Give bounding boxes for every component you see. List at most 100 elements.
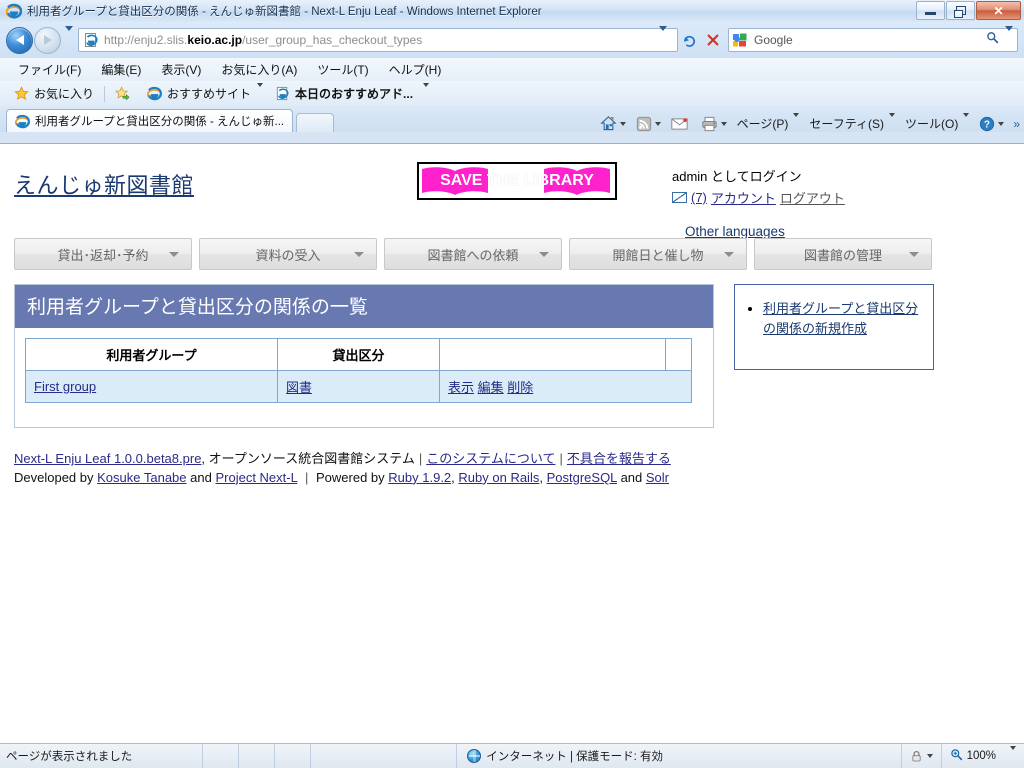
restore-button[interactable] [946, 1, 975, 20]
menu-view[interactable]: 表示(V) [151, 59, 211, 80]
security-zone[interactable]: インターネット | 保護モード: 有効 [456, 743, 663, 768]
report-bug-link[interactable]: 不具合を報告する [567, 451, 671, 466]
list-item: 利用者グループと貸出区分の関係の新規作成 [763, 299, 923, 339]
action-show-link[interactable]: 表示 [448, 380, 474, 395]
svg-text:?: ? [984, 119, 990, 130]
privacy-button[interactable] [900, 743, 941, 768]
address-url: http://enju2.slis.keio.ac.jp/user_group_… [104, 33, 423, 47]
tech-link-solr[interactable]: Solr [646, 470, 669, 485]
help-menu-button[interactable]: ? [974, 116, 1009, 132]
column-header-actions [439, 338, 666, 371]
developer-link-1[interactable]: Kosuke Tanabe [97, 470, 186, 485]
checkout-type-link[interactable]: 図書 [286, 380, 312, 395]
command-bar: ページ(P) セーフティ(S) ツール(O) ? » [595, 112, 1024, 132]
search-icon[interactable] [986, 31, 999, 49]
tab-current-page[interactable]: 利用者グループと貸出区分の関係 - えんじゅ新... [6, 109, 294, 132]
footer-line-1: Next-L Enju Leaf 1.0.0.beta8.pre, オープンソー… [14, 450, 1010, 469]
powered-by-label: Powered by [316, 469, 385, 485]
tab-label: 利用者グループと貸出区分の関係 - えんじゅ新... [35, 116, 285, 128]
stop-icon [707, 34, 718, 46]
add-to-favorites-bar-button[interactable] [109, 86, 141, 101]
menu-bar: ファイル(F) 編集(E) 表示(V) お気に入り(A) ツール(T) ヘルプ(… [0, 58, 1024, 81]
action-edit-link[interactable]: 編集 [478, 380, 504, 395]
menu-help[interactable]: ヘルプ(H) [379, 59, 452, 80]
page-menu-button[interactable]: ページ(P) [732, 112, 805, 132]
product-description: , オープンソース統合図書館システム [201, 451, 415, 466]
lock-icon [912, 750, 921, 761]
site-title-link[interactable]: えんじゅ新図書館 [14, 168, 194, 200]
chevron-down-icon[interactable] [251, 82, 264, 101]
status-cell [274, 743, 310, 768]
internet-explorer-icon [6, 3, 22, 19]
tech-link-ruby[interactable]: Ruby 1.9.2 [388, 470, 451, 485]
favorites-button[interactable]: お気に入り [8, 85, 100, 102]
nav-button-circulation[interactable]: 貸出･返却･予約 [14, 238, 192, 270]
star-icon [14, 86, 29, 100]
new-tab-button[interactable] [296, 113, 335, 132]
search-dropdown-icon[interactable] [1005, 26, 1013, 49]
developer-link-2[interactable]: Project Next-L [215, 470, 297, 485]
status-cells [202, 743, 346, 768]
status-message: ページが表示されました [6, 751, 133, 763]
zoom-icon [950, 748, 963, 764]
product-link[interactable]: Next-L Enju Leaf 1.0.0.beta8.pre [14, 451, 201, 466]
home-button[interactable] [595, 115, 631, 132]
column-header-user-group: 利用者グループ [25, 338, 278, 371]
nav-button-administration[interactable]: 図書館の管理 [754, 238, 932, 270]
address-bar[interactable]: http://enju2.slis.keio.ac.jp/user_group_… [78, 26, 678, 52]
status-bar: ページが表示されました インターネット | 保護モード: 有効 100% [0, 743, 1024, 768]
and-label: and [190, 469, 212, 485]
minimize-button[interactable] [916, 1, 945, 20]
save-the-library-logo: SAVE THE LIBRARY [417, 162, 617, 200]
refresh-button[interactable] [678, 28, 701, 52]
logged-in-as-label: admin としてログイン [672, 169, 802, 184]
zoom-control[interactable]: 100% [940, 743, 1024, 768]
home-icon [600, 116, 617, 131]
address-dropdown-icon[interactable] [655, 26, 675, 49]
favorites-item-daily-ads[interactable]: 本日のおすすめアド... [269, 82, 435, 102]
help-icon: ? [980, 116, 995, 131]
menu-tools[interactable]: ツール(T) [307, 59, 378, 80]
browser-window: 利用者グループと貸出区分の関係 - えんじゅ新図書館 - Next-L Enju… [0, 0, 1024, 768]
new-relation-link[interactable]: 利用者グループと貸出区分の関係の新規作成 [763, 301, 918, 336]
about-system-link[interactable]: このシステムについて [426, 451, 555, 466]
close-button[interactable]: ✕ [976, 1, 1021, 20]
tools-menu-button[interactable]: ツール(O) [900, 112, 974, 132]
search-engine-label: Google [754, 33, 793, 47]
favorites-item-suggested-sites[interactable]: おすすめサイト [141, 82, 269, 102]
column-header-checkout-type: 貸出区分 [277, 338, 440, 371]
logout-link[interactable]: ログアウト [780, 188, 845, 207]
page-content: えんじゅ新図書館 SAVE THE LIBRARY admin としてログイン [0, 144, 1024, 488]
action-delete-link[interactable]: 削除 [507, 380, 533, 395]
google-icon [733, 33, 747, 47]
menu-file[interactable]: ファイル(F) [8, 59, 91, 80]
rss-feed-icon [636, 116, 651, 131]
nav-button-acquisition[interactable]: 資料の受入 [199, 238, 377, 270]
other-languages-link[interactable]: Other languages [685, 224, 785, 239]
recent-pages-dropdown[interactable] [65, 26, 73, 49]
nav-button-library-request[interactable]: 図書館への依頼 [384, 238, 562, 270]
nav-button-events[interactable]: 開館日と催し物 [569, 238, 747, 270]
search-box[interactable]: Google [728, 26, 1018, 52]
read-mail-button[interactable] [666, 117, 696, 131]
tech-link-postgresql[interactable]: PostgreSQL [547, 470, 617, 485]
back-button[interactable] [6, 26, 33, 54]
message-count-link[interactable]: (7) [691, 190, 707, 205]
page-favicon-icon [85, 33, 98, 47]
safety-menu-button[interactable]: セーフティ(S) [804, 112, 900, 132]
nav-button-label: 図書館の管理 [803, 247, 882, 263]
chevron-down-icon[interactable] [413, 82, 430, 101]
forward-button[interactable] [34, 26, 61, 54]
nav-button-label: 貸出･返却･予約 [57, 247, 149, 263]
user-group-link[interactable]: First group [34, 379, 96, 394]
favorites-item-label: 本日のおすすめアド... [295, 87, 414, 101]
menu-favorites[interactable]: お気に入り(A) [211, 59, 307, 80]
menu-edit[interactable]: 編集(E) [91, 59, 151, 80]
tech-link-rails[interactable]: Ruby on Rails [458, 470, 539, 485]
overflow-chevron-icon[interactable]: » [1009, 117, 1020, 131]
print-button[interactable] [696, 116, 732, 132]
tab-bar: 利用者グループと貸出区分の関係 - えんじゅ新... ページ(P) セーフティ(… [0, 106, 1024, 132]
feeds-button[interactable] [631, 116, 666, 132]
stop-button[interactable] [701, 28, 724, 52]
account-link[interactable]: アカウント [711, 188, 776, 207]
